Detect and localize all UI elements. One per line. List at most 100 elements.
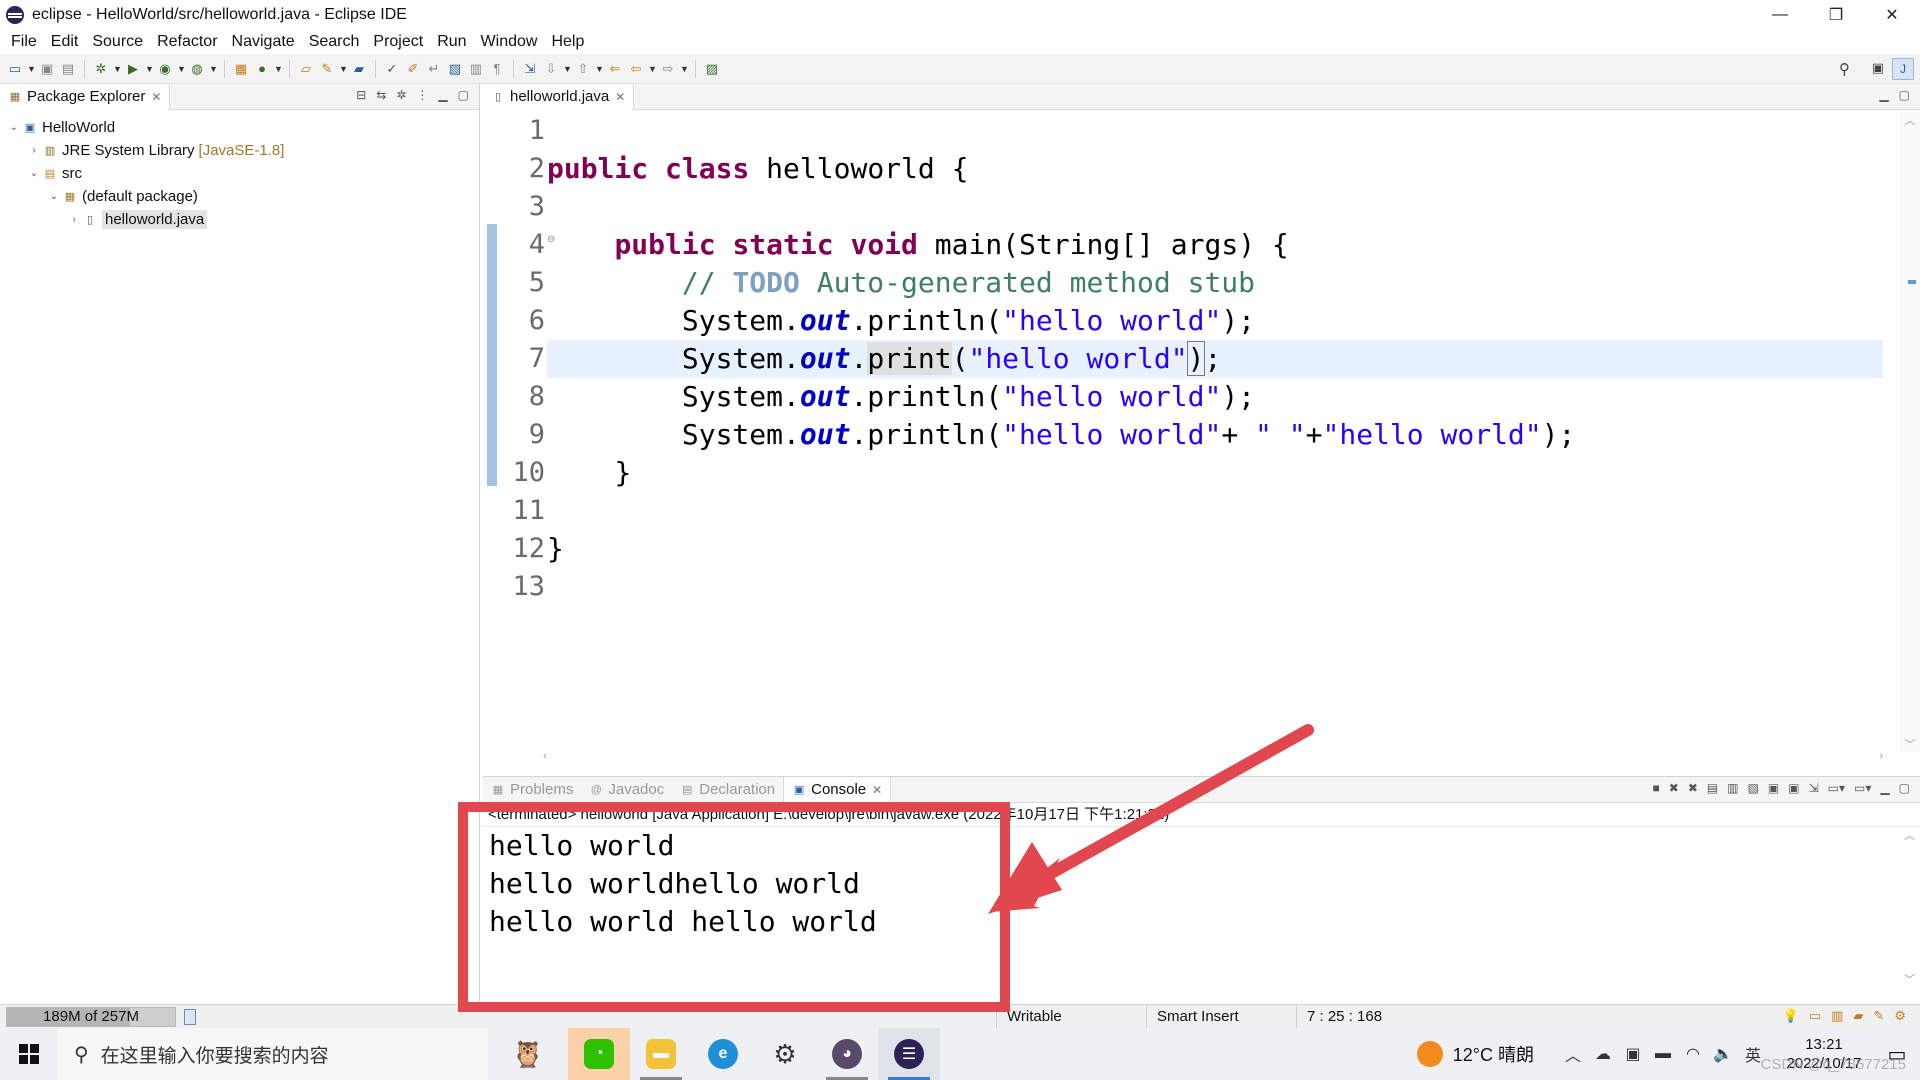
scroll-right-icon[interactable]: › (1879, 750, 1883, 762)
last-edit-icon[interactable]: ⇐ (606, 60, 624, 78)
save-icon[interactable]: ▣ (38, 60, 56, 78)
annotation-icon[interactable]: ✓ (383, 60, 401, 78)
tree-item-default-package[interactable]: ⌄ ▦ (default package) (0, 185, 479, 208)
clear-console-icon[interactable]: ▤ (1707, 781, 1718, 795)
scroll-up-icon[interactable]: ︿ (1900, 112, 1920, 128)
menu-project[interactable]: Project (366, 33, 430, 51)
terminal-icon[interactable]: ▨ (703, 60, 721, 78)
weather-widget[interactable]: 12°C 晴朗 (1416, 1041, 1534, 1067)
next-annotation-dropdown-icon[interactable]: ▼ (563, 64, 572, 74)
minimize-view-icon[interactable]: ▁ (1880, 781, 1889, 795)
open-perspective-icon[interactable]: ▣ (1872, 60, 1884, 76)
menu-run[interactable]: Run (430, 33, 473, 51)
filters-icon[interactable]: ✲ (396, 88, 406, 102)
show-whitespace-icon[interactable]: ▥ (467, 60, 485, 78)
network-status-icon[interactable]: ▣ (1620, 1044, 1646, 1064)
chevron-down-icon[interactable]: ⌄ (6, 122, 22, 133)
tree-item-src[interactable]: ⌄ ▤ src (0, 162, 479, 185)
save-all-icon[interactable]: ▤ (59, 60, 77, 78)
cloud-icon[interactable]: ☁ (1590, 1044, 1616, 1064)
scroll-down-icon[interactable]: ﹀ (1904, 971, 1915, 987)
new-class-dropdown-icon[interactable]: ▼ (274, 64, 283, 74)
package-explorer-tab[interactable]: ▦ Package Explorer ✕ (0, 83, 171, 110)
tab-declaration[interactable]: ▤ Declaration (672, 777, 783, 803)
back-dropdown-icon[interactable]: ▼ (648, 64, 657, 74)
previous-annotation-icon[interactable]: ⇧ (574, 60, 592, 78)
debug-dropdown-icon[interactable]: ▼ (113, 64, 122, 74)
garbage-collect-icon[interactable] (184, 1009, 196, 1025)
maximize-view-icon[interactable]: ▢ (458, 88, 469, 102)
tree-item-java-file[interactable]: › ▯ helloworld.java (0, 208, 479, 231)
code-editor[interactable]: 1 2 3 4 ⊖ 5 6 7 8 9 10 11 12 13 public c… (483, 112, 1903, 752)
collapse-all-icon[interactable]: ⊟ (356, 88, 366, 102)
wifi-icon[interactable]: ◠ (1680, 1044, 1706, 1064)
hat-icon[interactable]: ▰ (1853, 1008, 1863, 1024)
maximize-view-icon[interactable]: ▢ (1899, 781, 1910, 795)
view-menu-icon[interactable]: ⋮ (416, 88, 428, 102)
battery-icon[interactable]: ▬ (1650, 1045, 1676, 1063)
taskbar-app-owl[interactable]: ◕ (816, 1028, 878, 1080)
chevron-right-icon[interactable]: › (26, 145, 42, 156)
block-selection-icon[interactable]: ▧ (446, 60, 464, 78)
console-output[interactable]: hello world hello worldhello world hello… (483, 827, 1920, 941)
scroll-left-icon[interactable]: ‹ (543, 750, 547, 762)
minimize-view-icon[interactable]: ▁ (438, 88, 447, 102)
run-dropdown-icon[interactable]: ▼ (145, 64, 154, 74)
forward-icon[interactable]: ⇨ (659, 60, 677, 78)
editor-tab-helloworld[interactable]: ▯ helloworld.java ✕ (483, 83, 635, 110)
taskbar-app-eclipse[interactable]: ☰ (878, 1028, 940, 1080)
menu-navigate[interactable]: Navigate (225, 33, 302, 51)
new-icon[interactable]: ▭ (6, 60, 24, 78)
search-tool-icon[interactable]: ✎ (318, 60, 336, 78)
chevron-down-icon[interactable]: ⌄ (26, 168, 42, 179)
volume-icon[interactable]: 🔈 (1710, 1044, 1736, 1064)
back-icon[interactable]: ⇦ (627, 60, 645, 78)
open-type-icon[interactable]: ▱ (297, 60, 315, 78)
external-tools-icon[interactable]: ◍ (188, 60, 206, 78)
terminate-icon[interactable]: ■ (1653, 781, 1660, 795)
team-icon[interactable]: ▭ (1809, 1008, 1821, 1024)
show-on-stdout-icon[interactable]: ▣ (1768, 781, 1779, 795)
link-with-editor-icon[interactable]: ⇆ (376, 88, 386, 102)
quick-access-search-icon[interactable]: ⚲ (1839, 60, 1850, 78)
scroll-up-icon[interactable]: ︿ (1904, 827, 1915, 843)
gear-icon[interactable]: ⚙ (1894, 1008, 1906, 1024)
remove-all-launches-icon[interactable]: ✖ (1688, 781, 1698, 795)
start-button[interactable] (0, 1028, 58, 1080)
search-dropdown-icon[interactable]: ▼ (339, 64, 348, 74)
menu-edit[interactable]: Edit (44, 33, 86, 51)
scroll-lock-icon[interactable]: ▥ (1727, 781, 1738, 795)
remove-launch-icon[interactable]: ✖ (1669, 781, 1679, 795)
open-task-icon[interactable]: ▰ (350, 60, 368, 78)
coverage-dropdown-icon[interactable]: ▼ (177, 64, 186, 74)
lightbulb-icon[interactable]: 💡 (1783, 1008, 1799, 1024)
close-tab-icon[interactable]: ✕ (872, 783, 882, 797)
pin-console-icon[interactable]: ⇲ (1809, 781, 1819, 795)
editor-vertical-scrollbar[interactable]: ︿ ﹀ (1900, 112, 1920, 752)
menu-help[interactable]: Help (544, 33, 591, 51)
tree-item-jre[interactable]: › ▥ JRE System Library [JavaSE-1.8] (0, 139, 479, 162)
close-tab-icon[interactable]: ✕ (151, 90, 161, 104)
new-java-package-icon[interactable]: ▦ (232, 60, 250, 78)
menu-source[interactable]: Source (85, 33, 150, 51)
close-tab-icon[interactable]: ✕ (615, 90, 625, 104)
taskbar-app-edge[interactable]: e (692, 1028, 754, 1080)
menu-window[interactable]: Window (474, 33, 545, 51)
taskbar-app-file-explorer[interactable]: ▬ (630, 1028, 692, 1080)
menu-search[interactable]: Search (302, 33, 367, 51)
pencil-icon[interactable]: ✎ (1873, 1008, 1884, 1024)
close-button[interactable]: ✕ (1864, 0, 1920, 30)
heap-status[interactable]: 189M of 257M (6, 1007, 176, 1027)
coverage-icon[interactable]: ◉ (156, 60, 174, 78)
editor-horizontal-scrollbar[interactable]: ‹ › (543, 748, 1883, 766)
paragraph-icon[interactable]: ¶ (488, 60, 506, 78)
new-java-class-icon[interactable]: ● (253, 60, 271, 78)
forward-dropdown-icon[interactable]: ▼ (680, 64, 689, 74)
console-vertical-scrollbar[interactable]: ︿ ﹀ (1900, 827, 1920, 987)
java-perspective-icon[interactable]: J (1892, 58, 1914, 80)
mark-occurrences-icon[interactable]: ✐ (404, 60, 422, 78)
chevron-right-icon[interactable]: › (66, 214, 82, 225)
taskbar-app-settings[interactable]: ⚙ (754, 1028, 816, 1080)
maximize-button[interactable]: ❐ (1808, 0, 1864, 30)
word-wrap-icon[interactable]: ↵ (425, 60, 443, 78)
